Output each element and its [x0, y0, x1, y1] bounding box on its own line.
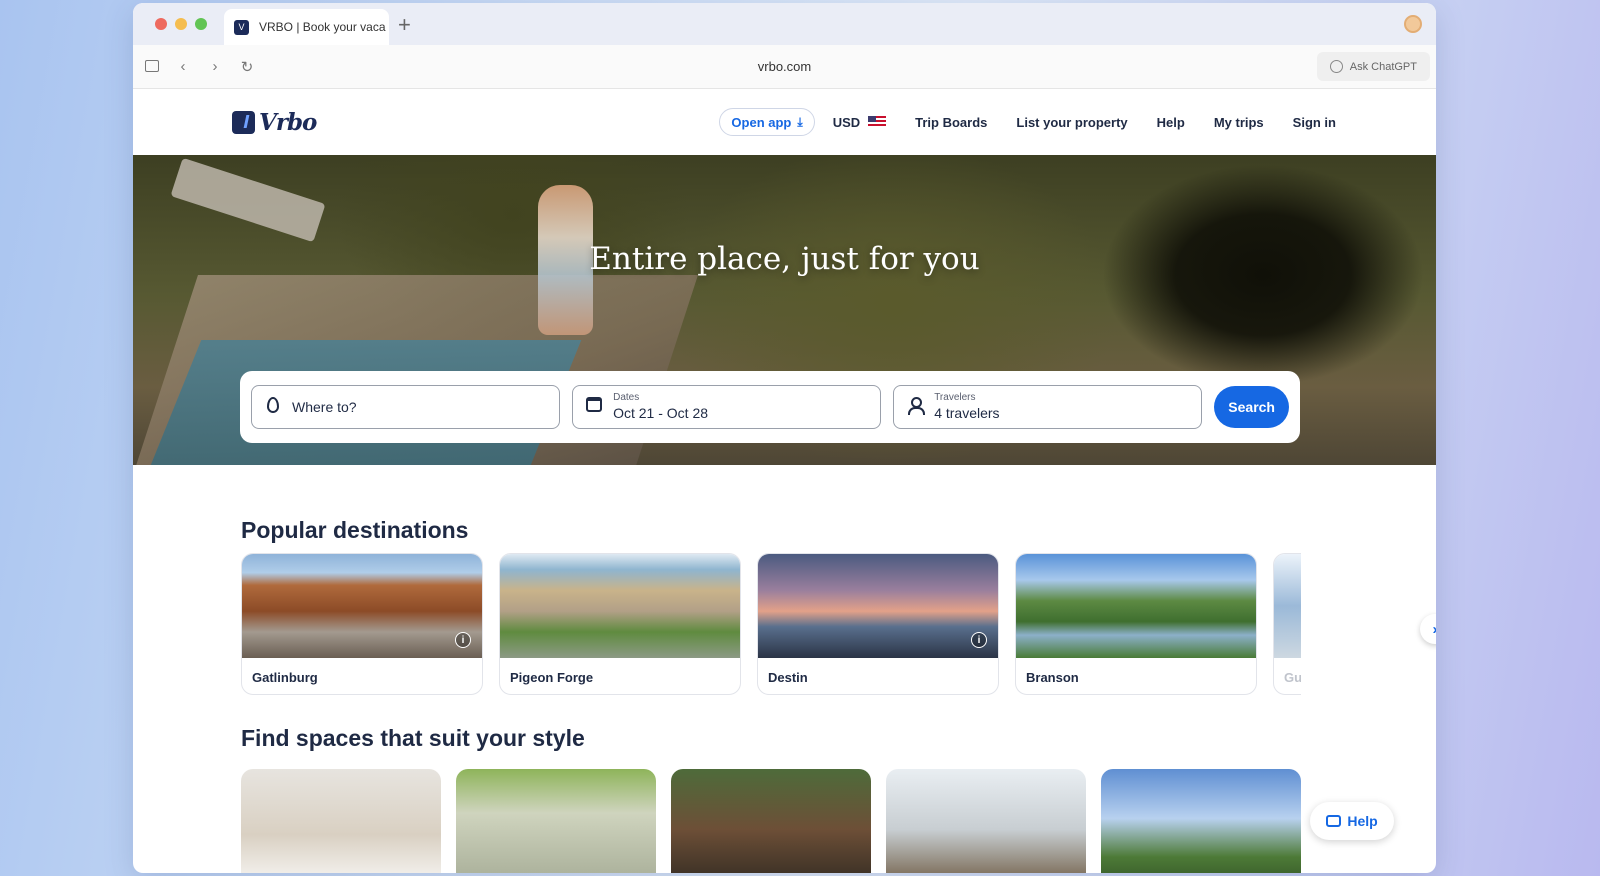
site-header: Vrbo Open app ⤓ USD Trip Boards List you… [133, 89, 1436, 155]
destination-card-partial[interactable]: Gu [1273, 553, 1301, 695]
help-chat-button[interactable]: Help [1310, 802, 1394, 840]
destination-name: Pigeon Forge [510, 670, 594, 685]
destination-card-destin[interactable]: i Destin [757, 553, 999, 695]
destination-image [1016, 554, 1256, 658]
destination-image [1274, 554, 1301, 658]
currency-selector[interactable]: USD [832, 114, 887, 130]
nav-my-trips[interactable]: My trips [1214, 115, 1264, 130]
style-card[interactable] [456, 769, 656, 873]
ask-chatgpt-label: Ask ChatGPT [1349, 60, 1417, 73]
destination-card-gatlinburg[interactable]: i Gatlinburg [241, 553, 483, 695]
style-card[interactable] [886, 769, 1086, 873]
browser-toolbar: ‹ › ↻ vrbo.com Ask ChatGPT [133, 45, 1436, 89]
address-bar[interactable]: vrbo.com [133, 59, 1436, 74]
open-app-label: Open app [731, 114, 792, 130]
hero-photo-lounger [170, 157, 326, 243]
destination-name: Gu [1284, 670, 1301, 685]
style-card[interactable] [1101, 769, 1301, 873]
carousel-next-chevron-icon[interactable]: › [1420, 614, 1436, 644]
popular-destinations-title: Popular destinations [241, 517, 469, 543]
find-spaces-title: Find spaces that suit your style [241, 725, 585, 751]
new-tab-button[interactable]: + [398, 12, 411, 38]
travelers-label: Travelers [934, 392, 976, 403]
vrbo-logo-text: Vrbo [259, 109, 317, 136]
us-flag-icon [868, 116, 887, 128]
style-card[interactable] [241, 769, 441, 873]
destination-card-pigeon-forge[interactable]: Pigeon Forge [499, 553, 741, 695]
info-icon[interactable]: i [971, 632, 987, 648]
maximize-window-button[interactable] [195, 18, 207, 30]
info-icon[interactable]: i [455, 632, 471, 648]
close-window-button[interactable] [155, 18, 167, 30]
destination-name: Branson [1026, 670, 1079, 685]
browser-window: V VRBO | Book your vaca + ‹ › ↻ vrbo.com… [133, 3, 1436, 873]
destination-image: i [242, 554, 482, 658]
nav-trip-boards[interactable]: Trip Boards [915, 115, 987, 130]
tab-vrbo[interactable]: V VRBO | Book your vaca [224, 9, 389, 45]
dates-field[interactable]: Dates Oct 21 - Oct 28 [572, 385, 882, 429]
vrbo-logo[interactable]: Vrbo [232, 109, 317, 136]
nav-help[interactable]: Help [1157, 115, 1185, 130]
hero-title: Entire place, just for you [589, 241, 980, 277]
top-nav: Open app ⤓ USD Trip Boards List your pro… [719, 108, 1336, 136]
styles-carousel [241, 769, 1301, 873]
destinations-carousel: i Gatlinburg Pigeon Forge i Destin Brans… [241, 553, 1301, 697]
destination-image [500, 554, 740, 658]
destination-image: i [758, 554, 998, 658]
nav-sign-in[interactable]: Sign in [1293, 115, 1336, 130]
destination-name: Destin [768, 670, 808, 685]
help-chat-label: Help [1347, 813, 1378, 829]
tab-bar: V VRBO | Book your vaca + [133, 3, 1436, 45]
tab-title: VRBO | Book your vaca [259, 20, 386, 34]
currency-label: USD [832, 114, 861, 130]
dates-value: Oct 21 - Oct 28 [613, 405, 709, 421]
person-icon [906, 396, 926, 418]
vrbo-favicon-icon: V [234, 19, 249, 35]
window-controls [155, 18, 207, 30]
where-to-placeholder: Where to? [292, 399, 357, 415]
minimize-window-button[interactable] [175, 18, 187, 30]
nav-list-your-property[interactable]: List your property [1016, 115, 1127, 130]
where-to-field[interactable]: Where to? [251, 385, 561, 429]
download-icon: ⤓ [797, 114, 803, 129]
destination-card-branson[interactable]: Branson [1015, 553, 1257, 695]
ask-chatgpt-button[interactable]: Ask ChatGPT [1316, 52, 1430, 81]
style-card[interactable] [671, 769, 871, 873]
chatgpt-icon [1329, 60, 1343, 73]
location-pin-icon [264, 396, 282, 418]
dates-label: Dates [613, 392, 640, 403]
search-button[interactable]: Search [1214, 386, 1289, 428]
chat-bubble-icon [1326, 815, 1342, 827]
travelers-field[interactable]: Travelers 4 travelers [893, 385, 1203, 429]
vrbo-logo-mark-icon [232, 111, 255, 134]
calendar-icon [585, 397, 603, 417]
search-form: Where to? Dates Oct 21 - Oct 28 Traveler… [240, 371, 1300, 443]
open-app-button[interactable]: Open app ⤓ [719, 108, 815, 136]
hero-banner: Entire place, just for you Where to? Dat… [133, 155, 1436, 465]
destination-name: Gatlinburg [252, 670, 318, 685]
profile-avatar-icon[interactable] [1404, 15, 1422, 33]
travelers-value: 4 travelers [934, 405, 1000, 421]
